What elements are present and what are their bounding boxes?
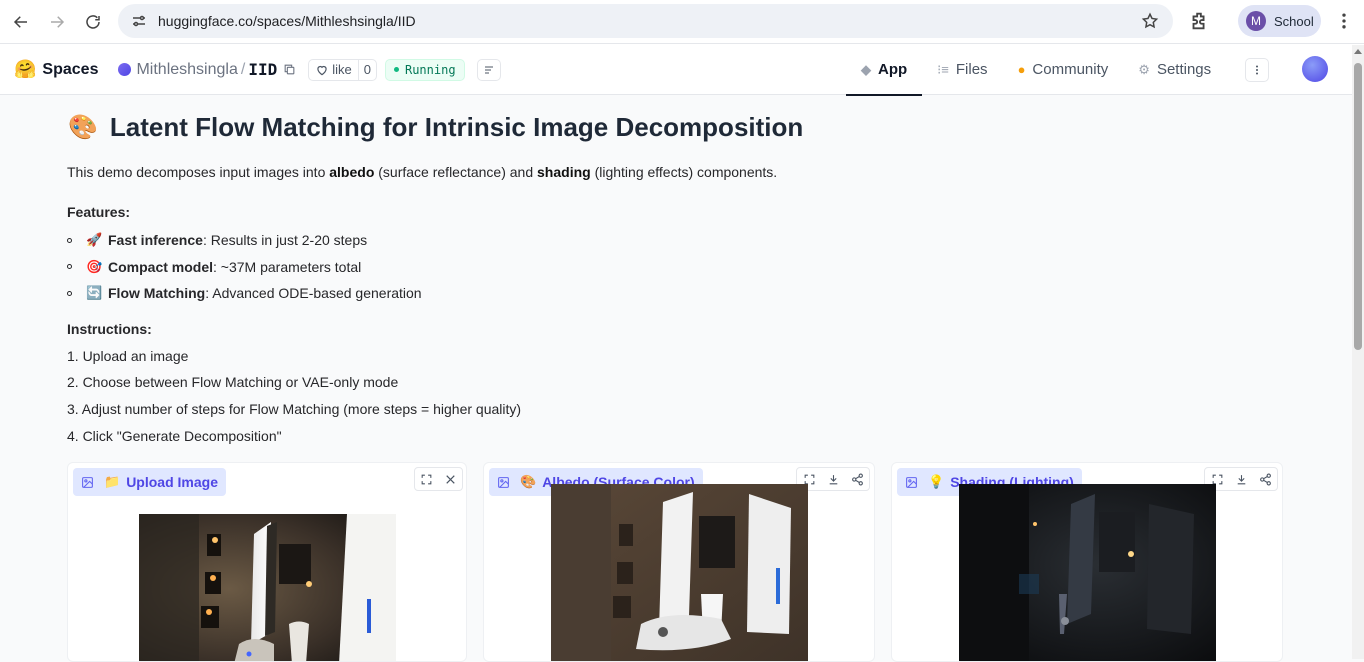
fullscreen-button[interactable] — [415, 468, 439, 490]
cube-icon: ◆ — [861, 61, 871, 77]
reload-button[interactable] — [77, 6, 109, 38]
like-count: 0 — [357, 59, 376, 80]
like-label: like — [332, 62, 352, 77]
owner-link[interactable]: Mithleshsingla — [136, 61, 237, 79]
albedo-image — [551, 484, 808, 661]
heart-icon — [317, 65, 327, 75]
image-icon — [82, 476, 93, 488]
share-icon — [1259, 473, 1271, 485]
target-icon: 🎯 — [86, 258, 103, 274]
more-options-button[interactable] — [1245, 58, 1269, 82]
extensions-icon[interactable] — [1188, 10, 1210, 32]
image-icon — [498, 476, 509, 488]
gear-icon: ⚙ — [1138, 61, 1150, 77]
tab-settings[interactable]: ⚙ Settings — [1123, 44, 1226, 95]
tab-community-label: Community — [1032, 61, 1109, 78]
tab-app[interactable]: ◆ App — [846, 44, 923, 96]
share-icon — [851, 473, 863, 485]
tab-app-label: App — [878, 61, 908, 78]
palette-icon: 🎨 — [68, 114, 98, 141]
cycle-icon: 🔄 — [86, 285, 103, 301]
clear-image-button[interactable] — [439, 468, 463, 490]
spaces-link[interactable]: Spaces — [42, 61, 98, 79]
arrow-right-icon — [51, 16, 65, 28]
tab-settings-label: Settings — [1156, 61, 1212, 78]
path-separator: / — [240, 60, 246, 78]
list-item: 🚀 Fast inference: Results in just 2-20 s… — [67, 227, 422, 254]
lightbulb-icon: 💡 — [928, 474, 945, 489]
reload-icon — [86, 15, 100, 29]
list-item: 🔄 Flow Matching: Advanced ODE-based gene… — [67, 280, 422, 307]
download-icon — [829, 474, 837, 484]
scrollbar-thumb[interactable] — [1354, 63, 1362, 350]
logs-button[interactable] — [476, 58, 501, 81]
download-button[interactable] — [1229, 468, 1253, 490]
image-icon — [906, 476, 917, 488]
title-text: Latent Flow Matching for Intrinsic Image… — [109, 112, 804, 142]
address-bar[interactable]: huggingface.co/spaces/Mithleshsingla/IID — [118, 4, 1173, 38]
page-title: 🎨 Latent Flow Matching for Intrinsic Ima… — [68, 112, 803, 143]
rocket-icon: 🚀 — [86, 232, 103, 248]
download-icon — [1237, 474, 1245, 484]
url-text: huggingface.co/spaces/Mithleshsingla/IID — [158, 13, 416, 29]
download-button[interactable] — [821, 468, 845, 490]
shading-output-panel[interactable]: 💡 Shading (Lighting) — [891, 462, 1283, 662]
user-avatar[interactable] — [1302, 56, 1328, 82]
like-button[interactable]: like 0 — [308, 58, 377, 81]
features-heading: Features: — [67, 204, 131, 220]
instruction-step: 3. Adjust number of steps for Flow Match… — [67, 401, 522, 417]
shading-term: shading — [537, 164, 591, 180]
folder-icon: 📁 — [104, 474, 121, 489]
hf-header: 🤗 Spaces Mithleshsingla / IID like 0 Run… — [0, 44, 1364, 96]
shading-image — [959, 484, 1216, 661]
status-badge[interactable]: Running — [384, 58, 465, 81]
repo-name[interactable]: IID — [248, 60, 277, 79]
profile-label: School — [1274, 13, 1314, 29]
status-dot — [393, 67, 399, 72]
status-text: Running — [404, 62, 456, 77]
forward-button[interactable] — [41, 6, 73, 38]
profile-avatar: M — [1246, 11, 1266, 31]
upload-image-panel[interactable]: 📁 Upload Image — [67, 462, 467, 662]
page-scrollbar[interactable] — [1352, 45, 1364, 659]
scroll-up-arrow-icon[interactable] — [1354, 49, 1362, 54]
instruction-step: 4. Click "Generate Decomposition" — [67, 428, 282, 444]
features-list: 🚀 Fast inference: Results in just 2-20 s… — [67, 227, 422, 307]
profile-button[interactable]: M School — [1238, 5, 1321, 37]
intro-text: This demo decomposes input images into a… — [67, 164, 778, 180]
space-tabs: ◆ App ⁝≡ Files ● Community ⚙ Settings — [846, 44, 1226, 96]
site-settings-icon[interactable] — [130, 12, 148, 30]
more-vertical-icon — [1256, 65, 1258, 75]
share-button[interactable] — [1253, 468, 1277, 490]
albedo-output-panel[interactable]: 🎨 Albedo (Surface Color) — [483, 462, 875, 662]
palette-icon: 🎨 — [520, 474, 537, 489]
bookmark-star-icon[interactable] — [1141, 12, 1159, 30]
tab-files-label: Files — [955, 61, 988, 78]
hf-logo[interactable]: 🤗 — [14, 59, 36, 80]
back-button[interactable] — [5, 6, 37, 38]
community-icon: ● — [1017, 62, 1026, 77]
instructions-heading: Instructions: — [67, 321, 152, 337]
instruction-step: 1. Upload an image — [67, 348, 189, 364]
upload-image-label: 📁 Upload Image — [73, 468, 226, 496]
close-icon — [446, 474, 455, 484]
input-image — [139, 514, 396, 661]
copy-icon[interactable] — [283, 63, 296, 76]
browser-toolbar: huggingface.co/spaces/Mithleshsingla/IID… — [0, 0, 1364, 44]
albedo-term: albedo — [329, 164, 375, 180]
tab-files[interactable]: ⁝≡ Files — [922, 44, 1002, 95]
owner-avatar — [118, 63, 132, 76]
upload-toolbar — [414, 467, 463, 491]
browser-menu-icon[interactable] — [1334, 10, 1354, 32]
share-button[interactable] — [845, 468, 869, 490]
tab-community[interactable]: ● Community — [1003, 44, 1124, 95]
fullscreen-icon — [421, 474, 432, 484]
instruction-step: 2. Choose between Flow Matching or VAE-o… — [67, 374, 399, 390]
list-item: 🎯 Compact model: ~37M parameters total — [67, 254, 422, 281]
files-icon: ⁝≡ — [937, 61, 949, 77]
arrow-left-icon — [13, 16, 27, 28]
logs-icon — [484, 66, 493, 73]
